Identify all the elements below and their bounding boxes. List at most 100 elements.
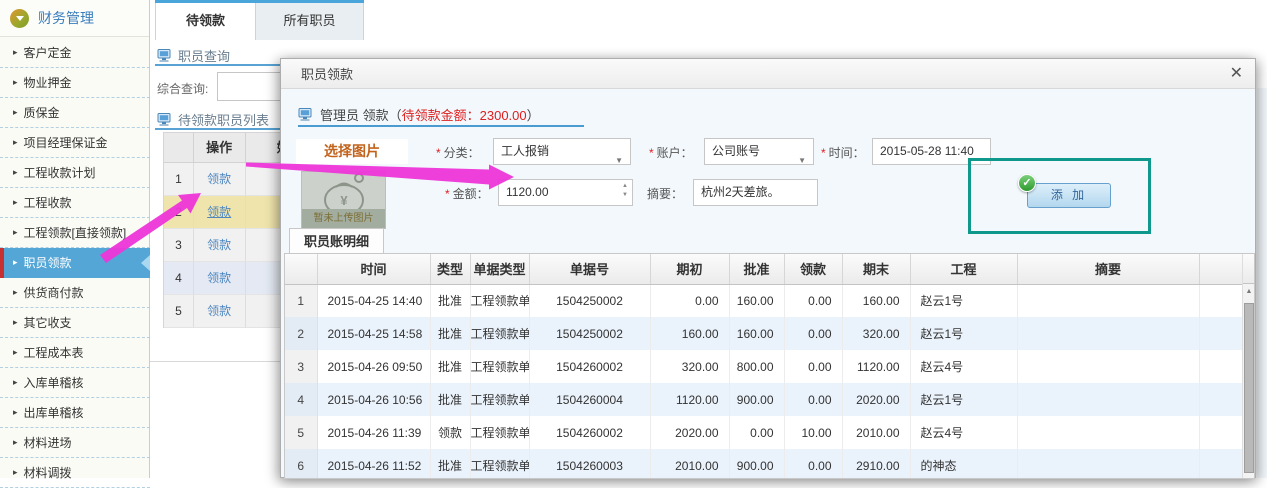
payee-title: 管理员 领款（待领款金额：2300.00）	[320, 105, 540, 124]
detail-column-header	[285, 254, 317, 284]
detail-cell: 赵云1号	[910, 317, 1017, 350]
time-label: *时间：	[821, 144, 865, 161]
active-item-marker	[0, 248, 4, 278]
monitor-icon	[157, 49, 171, 62]
staff-row-number: 5	[164, 295, 194, 328]
detail-cell: 工程领款单	[470, 350, 529, 383]
detail-cell: 320.00	[842, 317, 910, 350]
sidebar-item[interactable]: ▸材料调拨	[0, 458, 150, 488]
item-caret-icon: ▸	[13, 137, 18, 148]
chevron-down-icon: ▼	[798, 148, 806, 165]
item-caret-icon: ▸	[13, 197, 18, 208]
sidebar-item-label: 工程收款	[24, 194, 72, 211]
sidebar-item[interactable]: ▸材料进场	[0, 428, 150, 458]
item-caret-icon: ▸	[13, 47, 18, 58]
scroll-up-icon[interactable]: ▲	[1243, 284, 1255, 300]
detail-row[interactable]: 42015-04-26 10:56批准工程领款单15042600041120.0…	[285, 383, 1242, 416]
sidebar-item[interactable]: ▸供货商付款	[0, 278, 150, 308]
payee-section-header: 管理员 领款（待领款金额：2300.00）	[298, 105, 540, 124]
sidebar-item[interactable]: ▸质保金	[0, 98, 150, 128]
item-caret-icon: ▸	[13, 227, 18, 238]
sidebar-item[interactable]: ▸ 工程收款	[0, 188, 150, 218]
item-caret-icon: ▸	[13, 347, 18, 358]
add-button[interactable]: 添 加	[1027, 183, 1111, 208]
sidebar-item-label: 入库单稽核	[24, 374, 84, 391]
sidebar-item[interactable]: ▸工程收款计划	[0, 158, 150, 188]
lingkuan-link[interactable]: 领款	[207, 172, 231, 186]
sidebar-item[interactable]: ▸工程成本表	[0, 338, 150, 368]
detail-cell	[1017, 383, 1199, 416]
item-caret-icon: ▸	[13, 257, 18, 268]
detail-column-header: 时间	[317, 254, 430, 284]
detail-row[interactable]: 22015-04-25 14:58批准工程领款单1504250002160.00…	[285, 317, 1242, 350]
detail-cell: 0.00	[784, 350, 842, 383]
scrollbar-thumb[interactable]	[1244, 303, 1254, 473]
amount-input[interactable]: 1120.00 ▲▼	[498, 179, 633, 206]
sidebar-item[interactable]: ▸职员领款	[0, 248, 150, 278]
detail-cell: 2020.00	[650, 416, 729, 449]
detail-row[interactable]: 62015-04-26 11:52批准工程领款单15042600032010.0…	[285, 449, 1242, 479]
sidebar-item-label: 工程收款计划	[24, 164, 96, 181]
detail-column-header: 摘要	[1017, 254, 1199, 284]
sidebar-item-label: 物业押金	[24, 74, 72, 91]
sidebar-header-finance[interactable]: 财务管理	[0, 0, 149, 37]
close-icon[interactable]: ✕	[1230, 64, 1243, 84]
detail-cell: 2015-04-26 11:52	[317, 449, 430, 479]
pending-amount-text: 待领款金额：2300.00	[402, 108, 527, 123]
sidebar-item[interactable]: ▸客户定金	[0, 38, 150, 68]
sidebar-item[interactable]: ▸入库单稽核	[0, 368, 150, 398]
tab-all-staff[interactable]: 所有职员	[256, 3, 364, 40]
detail-row[interactable]: 32015-04-26 09:50批准工程领款单1504260002320.00…	[285, 350, 1242, 383]
category-select[interactable]: 工人报销▼	[493, 138, 631, 165]
detail-cell: 0.00	[784, 449, 842, 479]
sidebar-item[interactable]: ▸工程领款[直接领款]	[0, 218, 150, 248]
detail-cell-spacer	[1199, 317, 1242, 350]
amount-stepper[interactable]: ▲▼	[622, 183, 628, 199]
sidebar-item[interactable]: ▸出库单稽核	[0, 398, 150, 428]
detail-cell	[1017, 416, 1199, 449]
detail-cell: 赵云1号	[910, 284, 1017, 317]
lingkuan-link[interactable]: 领款	[207, 238, 231, 252]
detail-cell: 1504260002	[529, 416, 650, 449]
staff-row-number: 2	[164, 196, 194, 229]
lingkuan-link[interactable]: 领款	[207, 205, 231, 219]
staff-row-number: 4	[164, 262, 194, 295]
detail-cell: 的神态	[910, 449, 1017, 479]
detail-cell: 2015-04-25 14:58	[317, 317, 430, 350]
tab-pending-payment[interactable]: 待领款	[155, 3, 256, 40]
detail-cell-spacer	[1199, 383, 1242, 416]
sidebar-item[interactable]: ▸项目经理保证金	[0, 128, 150, 158]
account-select[interactable]: 公司账号▼	[704, 138, 814, 165]
sidebar-item-label: 出库单稽核	[24, 404, 84, 421]
staff-op-cell: 领款	[194, 163, 246, 196]
sidebar-item-label: 质保金	[24, 104, 60, 121]
detail-cell	[1017, 317, 1199, 350]
tab-staff-account-detail[interactable]: 职员账明细	[289, 228, 384, 254]
summary-label: 摘要：	[647, 185, 683, 202]
active-item-arrow-icon	[141, 255, 150, 271]
detail-row[interactable]: 52015-04-26 11:39领款工程领款单15042600022020.0…	[285, 416, 1242, 449]
detail-cell: 2015-04-26 10:56	[317, 383, 430, 416]
sidebar-item[interactable]: ▸其它收支	[0, 308, 150, 338]
detail-row[interactable]: 12015-04-25 14:40批准工程领款单15042500020.0016…	[285, 284, 1242, 317]
detail-column-header: 领款	[784, 254, 842, 284]
lingkuan-link[interactable]: 领款	[207, 304, 231, 318]
detail-cell: 2015-04-26 11:39	[317, 416, 430, 449]
operation-header: 操作	[194, 133, 246, 163]
detail-cell: 0.00	[784, 317, 842, 350]
item-caret-icon: ▸	[13, 437, 18, 448]
detail-cell: 1	[285, 284, 317, 317]
detail-column-header: 单据类型	[470, 254, 529, 284]
detail-cell: 1504250002	[529, 284, 650, 317]
detail-cell: 批准	[430, 317, 470, 350]
sidebar-item[interactable]: ▸物业押金	[0, 68, 150, 98]
lingkuan-link[interactable]: 领款	[207, 271, 231, 285]
item-caret-icon: ▸	[13, 287, 18, 298]
choose-image-button[interactable]: 选择图片	[296, 139, 408, 164]
detail-cell: 1120.00	[842, 350, 910, 383]
vertical-scrollbar[interactable]: ▲	[1242, 254, 1255, 479]
detail-cell: 1504250002	[529, 317, 650, 350]
image-placeholder[interactable]: ¥ 暂未上传图片	[301, 171, 386, 229]
summary-input[interactable]: 杭州2天差旅。	[693, 179, 818, 206]
detail-column-header: 单据号	[529, 254, 650, 284]
